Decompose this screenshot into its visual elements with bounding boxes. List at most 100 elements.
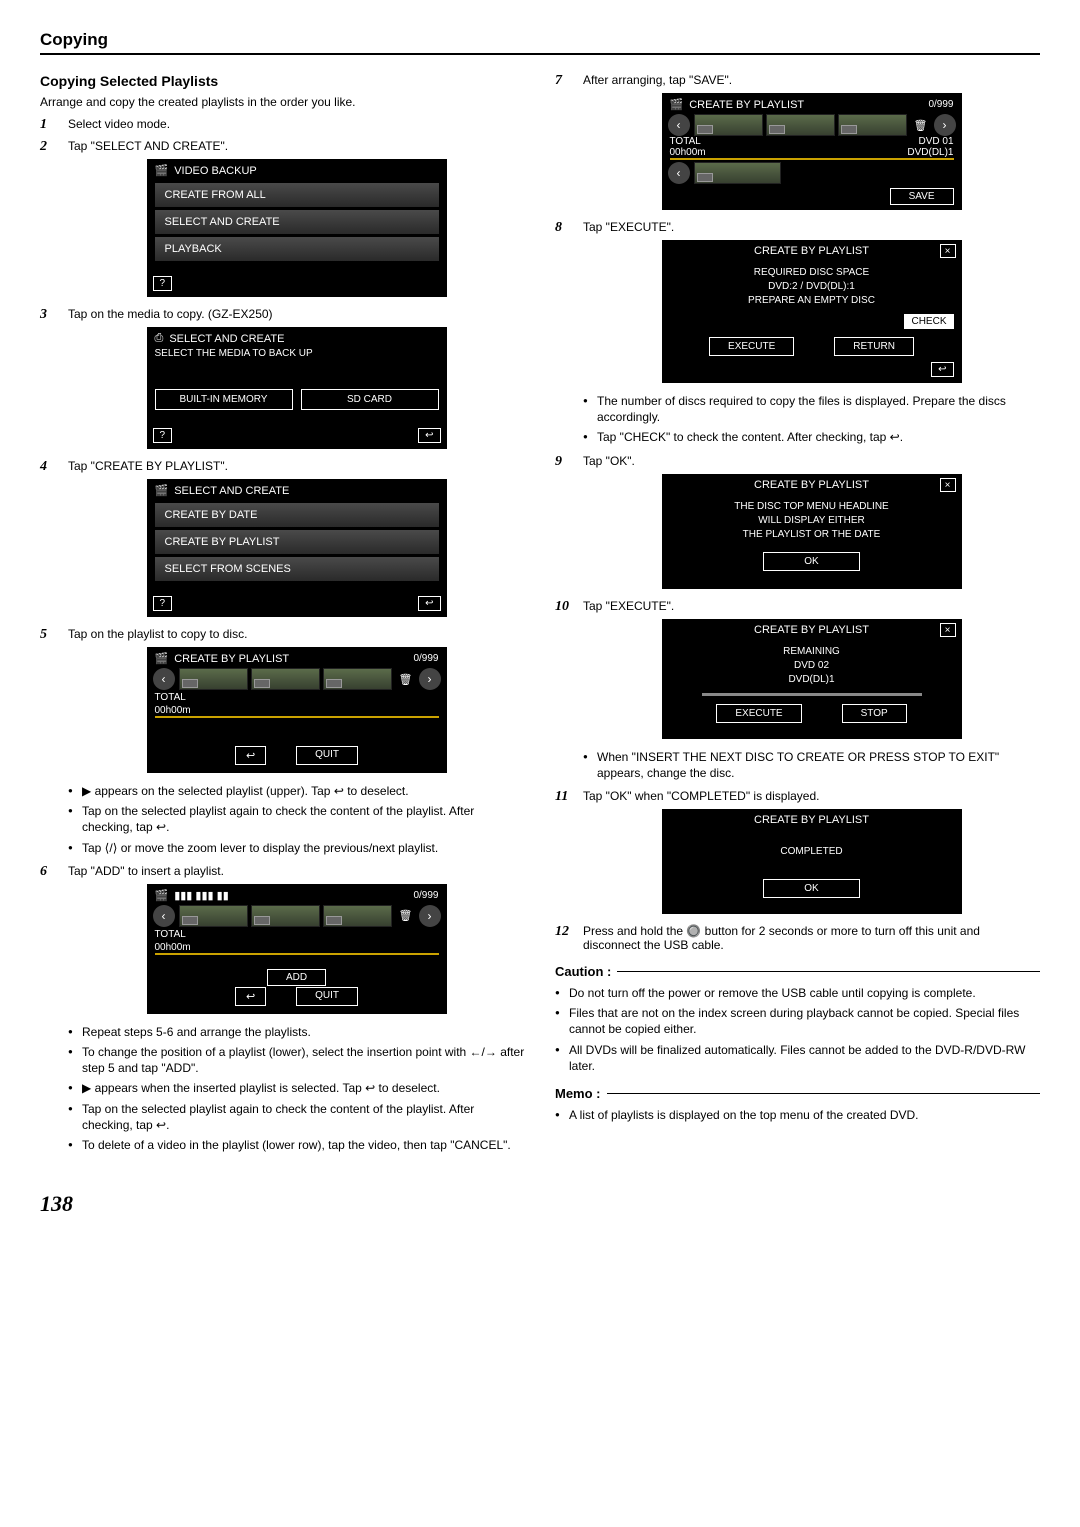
step-6-text: Tap "ADD" to insert a playlist. [68, 864, 525, 878]
stop-button[interactable]: STOP [842, 704, 907, 723]
time-label: 00h00m [147, 942, 447, 953]
memo-heading: Memo : [555, 1086, 601, 1101]
trash-icon[interactable]: 🗑 [912, 119, 930, 132]
next-arrow-icon[interactable]: › [419, 668, 441, 690]
playlist-thumb[interactable] [323, 668, 392, 690]
playlist-thumb[interactable] [694, 162, 782, 184]
close-icon[interactable]: × [940, 244, 956, 258]
next-arrow-icon[interactable]: › [934, 114, 956, 136]
ok-button[interactable]: OK [763, 879, 859, 898]
add-button[interactable]: ADD [267, 969, 326, 986]
counter: 0/999 [413, 890, 438, 901]
step-7-text: After arranging, tap "SAVE". [583, 73, 1040, 87]
step-10-text: Tap "EXECUTE". [583, 599, 1040, 613]
screen-create-by-playlist-select: 🎬 CREATE BY PLAYLIST 0/999 ‹ 🗑 › TOTAL [147, 647, 447, 773]
builtin-memory-button[interactable]: BUILT-IN MEMORY [155, 389, 293, 410]
menu-create-by-playlist[interactable]: CREATE BY PLAYLIST [155, 530, 439, 554]
ok-button[interactable]: OK [763, 552, 859, 571]
dvddl-label: DVD(DL)1 [907, 147, 953, 158]
msg-line: DVD 02 [666, 659, 958, 673]
menu-select-and-create[interactable]: SELECT AND CREATE [155, 210, 439, 234]
playlist-thumb[interactable] [251, 668, 320, 690]
back-button[interactable]: ↩ [418, 596, 440, 611]
playlist-thumb[interactable] [179, 905, 248, 927]
prev-arrow-icon[interactable]: ‹ [668, 162, 690, 184]
screen-video-backup: 🎬 VIDEO BACKUP CREATE FROM ALL SELECT AN… [147, 159, 447, 297]
help-button[interactable]: ? [153, 276, 173, 291]
close-icon[interactable]: × [940, 623, 956, 637]
playlist-thumb[interactable] [179, 668, 248, 690]
trash-icon[interactable]: 🗑 [397, 673, 415, 686]
help-button[interactable]: ? [153, 428, 173, 443]
execute-button[interactable]: EXECUTE [709, 337, 794, 356]
next-arrow-icon[interactable]: › [419, 905, 441, 927]
help-button[interactable]: ? [153, 596, 173, 611]
quit-button[interactable]: QUIT [296, 987, 358, 1006]
prev-arrow-icon[interactable]: ‹ [153, 668, 175, 690]
menu-create-from-all[interactable]: CREATE FROM ALL [155, 183, 439, 207]
note: Tap "CHECK" to check the content. After … [583, 429, 1040, 445]
screen-execute-1: CREATE BY PLAYLIST × REQUIRED DISC SPACE… [662, 240, 962, 383]
playlist-thumb[interactable] [766, 114, 835, 136]
menu-create-by-date[interactable]: CREATE BY DATE [155, 503, 439, 527]
section-subtitle: Copying Selected Playlists [40, 73, 525, 89]
video-icon: 🎬 [155, 484, 169, 497]
screen-title: CREATE BY PLAYLIST [689, 99, 922, 111]
note: Repeat steps 5-6 and arrange the playlis… [68, 1024, 525, 1040]
msg-line: REMAINING [666, 645, 958, 659]
msg-line: DVD:2 / DVD(DL):1 [666, 280, 958, 294]
completed-msg: COMPLETED [662, 845, 962, 859]
msg-line: DVD(DL)1 [666, 673, 958, 687]
step-5-text: Tap on the playlist to copy to disc. [68, 627, 525, 641]
playlist-thumb[interactable] [838, 114, 907, 136]
screen-subtext: SELECT THE MEDIA TO BACK UP [155, 348, 439, 359]
screen-select-and-create: 🎬 SELECT AND CREATE CREATE BY DATE CREAT… [147, 479, 447, 617]
step-12-text: Press and hold the 🔘 button for 2 second… [583, 924, 980, 952]
prev-arrow-icon[interactable]: ‹ [153, 905, 175, 927]
screen-ok-headline: CREATE BY PLAYLIST × THE DISC TOP MENU H… [662, 474, 962, 589]
playlist-thumb[interactable] [694, 114, 763, 136]
caution-heading: Caution : [555, 964, 611, 979]
screen-add-playlist: 🎬 ▮▮▮ ▮▮▮ ▮▮ 0/999 ‹ 🗑 › TOTAL [147, 884, 447, 1014]
back-button[interactable]: ↩ [931, 362, 953, 377]
execute-button[interactable]: EXECUTE [716, 704, 801, 723]
screen-title: CREATE BY PLAYLIST [670, 245, 954, 257]
back-button[interactable]: ↩ [418, 428, 440, 443]
menu-select-from-scenes[interactable]: SELECT FROM SCENES [155, 557, 439, 581]
page-number: 138 [40, 1191, 1040, 1217]
screen-title: SELECT AND CREATE [174, 485, 438, 497]
step-11-text: Tap "OK" when "COMPLETED" is displayed. [583, 789, 1040, 803]
note: To delete of a video in the playlist (lo… [68, 1137, 525, 1153]
step-2-text: Tap "SELECT AND CREATE". [68, 139, 525, 153]
return-button[interactable]: RETURN [834, 337, 914, 356]
msg-line: WILL DISPLAY EITHER [666, 514, 958, 528]
total-label: TOTAL [670, 136, 701, 147]
screen-title: CREATE BY PLAYLIST [670, 624, 954, 636]
quit-button[interactable]: QUIT [296, 746, 358, 765]
playlist-thumb[interactable] [251, 905, 320, 927]
step-3-text: Tap on the media to copy. (GZ-EX250) [68, 307, 525, 321]
menu-playback[interactable]: PLAYBACK [155, 237, 439, 261]
screen-select-media: ⎙ SELECT AND CREATE SELECT THE MEDIA TO … [147, 327, 447, 449]
screen-title: VIDEO BACKUP [174, 165, 438, 177]
progress-bar [702, 693, 922, 696]
save-button[interactable]: SAVE [890, 188, 954, 205]
screen-title: CREATE BY PLAYLIST [670, 479, 954, 491]
back-button[interactable]: ↩ [235, 746, 266, 765]
back-button[interactable]: ↩ [235, 987, 266, 1006]
prev-arrow-icon[interactable]: ‹ [668, 114, 690, 136]
memo-item: A list of playlists is displayed on the … [555, 1107, 1040, 1123]
step-8-text: Tap "EXECUTE". [583, 220, 1040, 234]
close-icon[interactable]: × [940, 478, 956, 492]
total-label: TOTAL [155, 692, 186, 703]
caution-item: All DVDs will be finalized automatically… [555, 1042, 1040, 1074]
note: When "INSERT THE NEXT DISC TO CREATE OR … [583, 749, 1040, 781]
time-label: 00h00m [670, 147, 706, 158]
trash-icon[interactable]: 🗑 [397, 909, 415, 922]
check-button[interactable]: CHECK [904, 314, 953, 329]
sd-card-button[interactable]: SD CARD [301, 389, 439, 410]
playlist-thumb[interactable] [323, 905, 392, 927]
upload-icon: ⎙ [155, 332, 164, 345]
note: To change the position of a playlist (lo… [68, 1044, 525, 1076]
note: ▶ appears on the selected playlist (uppe… [68, 783, 525, 799]
